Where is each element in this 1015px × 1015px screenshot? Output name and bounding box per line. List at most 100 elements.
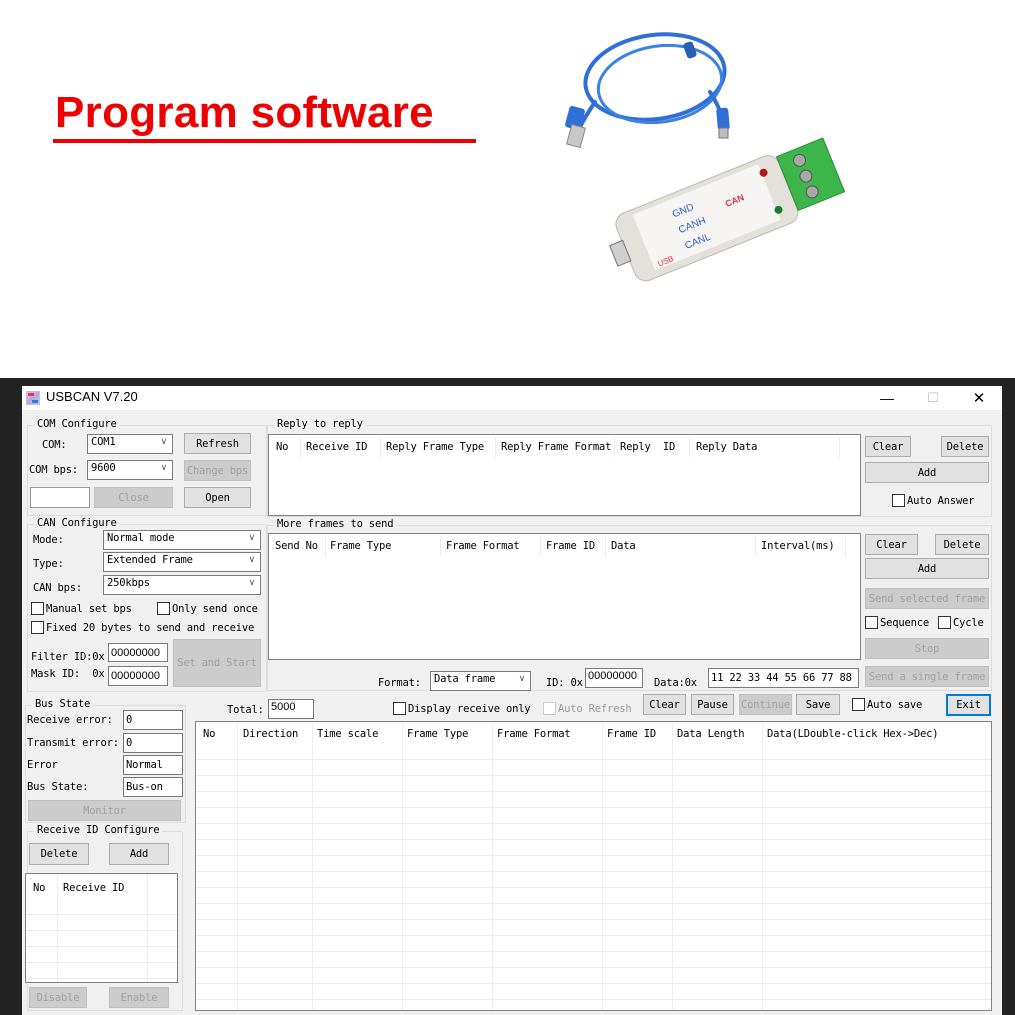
column-header[interactable]: Frame ID: [546, 540, 595, 552]
disable-button[interactable]: Disable: [29, 987, 87, 1008]
continue-button[interactable]: Continue: [739, 694, 792, 715]
close-window-button[interactable]: ✕: [956, 386, 1002, 410]
frame-data-input[interactable]: 11 22 33 44 55 66 77 88: [708, 668, 859, 688]
format-select[interactable]: Data frame ∨: [430, 671, 531, 691]
fixed-20-bytes-checkbox[interactable]: Fixed 20 bytes to send and receive: [31, 621, 254, 634]
monitor-button[interactable]: Monitor: [28, 800, 181, 821]
grid-line: [57, 874, 58, 982]
column-header[interactable]: Frame Format: [446, 540, 520, 552]
receive-id-list[interactable]: No Receive ID: [25, 873, 178, 983]
reply-delete-button[interactable]: Delete: [941, 436, 989, 457]
sequence-checkbox[interactable]: Sequence: [865, 616, 929, 629]
reply-clear-button[interactable]: Clear: [865, 436, 911, 457]
receive-id-delete-button[interactable]: Delete: [29, 843, 89, 865]
column-header[interactable]: No: [33, 882, 45, 894]
display-receive-only-checkbox[interactable]: Display receive only: [393, 702, 531, 715]
column-header[interactable]: Data Length: [677, 728, 745, 740]
grid-line: [26, 962, 177, 963]
column-header[interactable]: Direction: [243, 728, 298, 740]
frames-delete-button[interactable]: Delete: [935, 534, 989, 555]
reply-to-reply-title: Reply to reply: [274, 418, 366, 430]
auto-refresh-checkbox[interactable]: Auto Refresh: [543, 702, 632, 715]
only-send-once-checkbox[interactable]: Only send once: [157, 602, 258, 615]
filter-id-input[interactable]: 00000000: [108, 643, 168, 662]
column-header[interactable]: Data: [611, 540, 636, 552]
send-single-frame-button[interactable]: Send a single frame: [865, 666, 989, 687]
com-port-value: COM1: [91, 436, 116, 448]
title-bar[interactable]: USBCAN V7.20 — ☐ ✕: [22, 386, 1002, 410]
column-header[interactable]: Frame Format: [497, 728, 571, 740]
stop-button[interactable]: Stop: [865, 638, 989, 659]
minimize-button[interactable]: —: [864, 386, 910, 410]
com-bps-value: 9600: [91, 462, 116, 474]
mask-id-input[interactable]: 00000000: [108, 666, 168, 686]
total-label: Total:: [227, 704, 264, 716]
column-header[interactable]: Interval(ms): [761, 540, 835, 552]
auto-save-checkbox[interactable]: Auto save: [852, 698, 922, 711]
pause-button[interactable]: Pause: [691, 694, 734, 715]
can-bps-select[interactable]: 250kbps ∨: [103, 575, 261, 595]
column-separator: [689, 437, 690, 457]
receive-id-add-button[interactable]: Add: [109, 843, 169, 865]
column-header[interactable]: Time scale: [317, 728, 378, 740]
column-header[interactable]: Data(LDouble-click Hex->Dec): [767, 728, 939, 740]
column-header[interactable]: Reply Frame Type: [386, 441, 484, 453]
frame-id-input[interactable]: 00000000: [585, 668, 643, 688]
column-header[interactable]: Frame Type: [407, 728, 468, 740]
column-header[interactable]: Frame Type: [330, 540, 391, 552]
refresh-button[interactable]: Refresh: [184, 433, 251, 454]
column-header[interactable]: Reply Frame Format: [501, 441, 611, 453]
checkbox-box: [852, 698, 865, 711]
close-port-button[interactable]: Close: [94, 487, 173, 508]
receive-error-label: Receive error:: [27, 714, 113, 726]
reply-add-button[interactable]: Add: [865, 462, 989, 483]
frames-add-button[interactable]: Add: [865, 558, 989, 579]
column-separator: [605, 536, 606, 556]
enable-button[interactable]: Enable: [109, 987, 169, 1008]
column-header[interactable]: Receive ID: [306, 441, 367, 453]
column-header[interactable]: Receive ID: [63, 882, 124, 894]
reply-list[interactable]: No Receive ID Reply Frame Type Reply Fra…: [268, 434, 861, 516]
column-header[interactable]: No: [203, 728, 215, 740]
window-title: USBCAN V7.20: [46, 389, 138, 404]
bus-state-label: Bus State:: [27, 781, 89, 793]
auto-answer-checkbox[interactable]: Auto Answer: [892, 494, 975, 507]
com-label: COM:: [42, 439, 67, 451]
manual-bps-checkbox[interactable]: Manual set bps: [31, 602, 132, 615]
mini-usb-plug: [716, 107, 730, 139]
column-header[interactable]: No: [276, 441, 288, 453]
column-header[interactable]: Reply ID: [620, 441, 675, 453]
set-and-start-button[interactable]: Set and Start: [173, 639, 261, 687]
column-header[interactable]: Send No: [275, 540, 318, 552]
cycle-checkbox[interactable]: Cycle: [938, 616, 984, 629]
chevron-down-icon: ∨: [248, 578, 256, 588]
com-bps-select[interactable]: 9600 ∨: [87, 460, 173, 480]
frames-clear-button[interactable]: Clear: [865, 534, 918, 555]
com-configure-title: COM Configure: [34, 418, 120, 430]
format-label: Format:: [378, 677, 421, 689]
log-clear-button[interactable]: Clear: [643, 694, 686, 715]
column-separator: [839, 437, 840, 457]
frames-to-send-list[interactable]: Send No Frame Type Frame Format Frame ID…: [268, 533, 861, 660]
send-selected-frame-button[interactable]: Send selected frame: [865, 588, 989, 609]
checkbox-box: [31, 602, 44, 615]
save-button[interactable]: Save: [796, 694, 840, 715]
receive-log-table[interactable]: No Direction Time scale Frame Type Frame…: [195, 721, 992, 1011]
frame-type-select[interactable]: Extended Frame ∨: [103, 552, 261, 572]
maximize-button[interactable]: ☐: [910, 386, 956, 410]
total-input[interactable]: 5000: [268, 699, 314, 719]
auto-refresh-label: Auto Refresh: [558, 702, 632, 715]
exit-button[interactable]: Exit: [946, 694, 991, 716]
auto-save-label: Auto save: [867, 698, 923, 711]
column-header[interactable]: Frame ID: [607, 728, 656, 740]
fixed-20-bytes-label: Fixed 20 bytes to send and receive: [46, 621, 255, 634]
transmit-error-label: Transmit error:: [27, 737, 119, 749]
column-header[interactable]: Reply Data: [696, 441, 757, 453]
com-port-select[interactable]: COM1 ∨: [87, 434, 173, 454]
open-port-button[interactable]: Open: [184, 487, 251, 508]
change-bps-button[interactable]: Change bps: [184, 460, 251, 481]
mode-select[interactable]: Normal mode ∨: [103, 530, 261, 550]
column-separator: [495, 437, 496, 457]
grid-line: [196, 807, 991, 808]
checkbox-box: [31, 621, 44, 634]
